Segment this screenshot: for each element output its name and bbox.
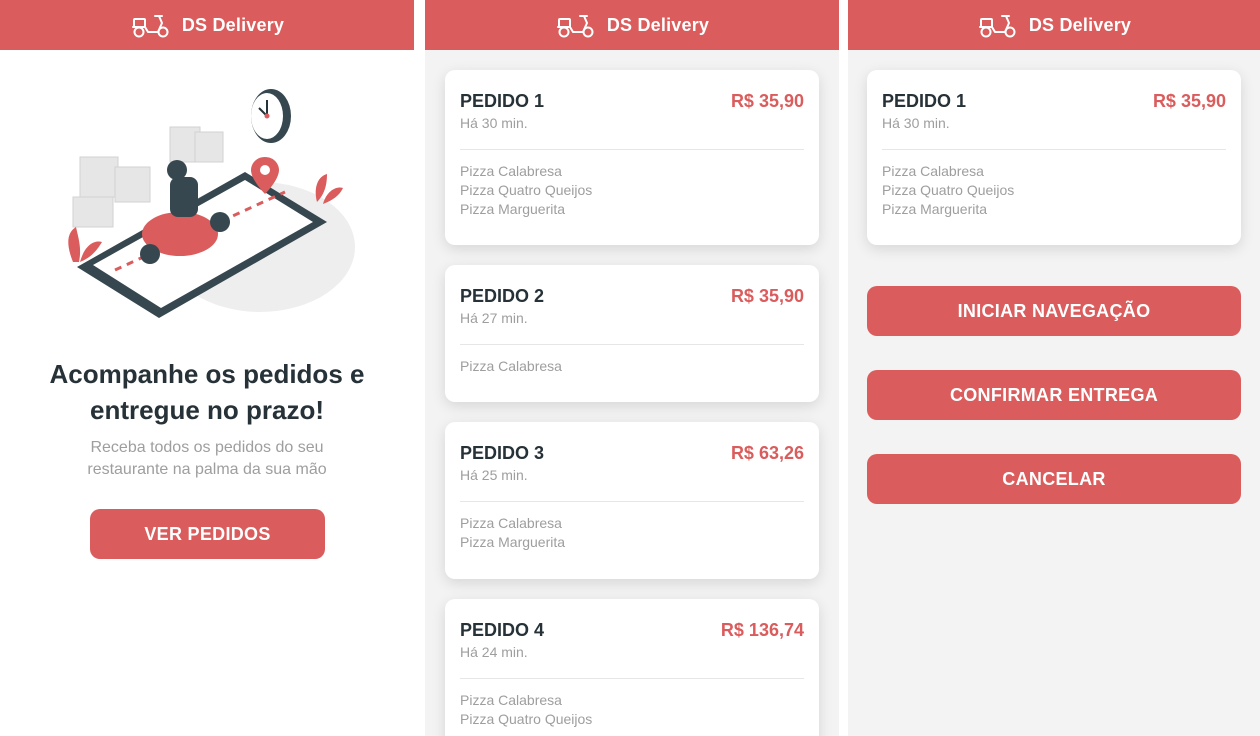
order-item: Pizza Quatro Queijos: [882, 182, 1015, 198]
app-title: DS Delivery: [606, 14, 710, 35]
divider: [460, 149, 804, 150]
confirm-delivery-button[interactable]: CONFIRMAR ENTREGA: [867, 370, 1241, 420]
order-item: Pizza Marguerita: [460, 201, 566, 217]
order-item: Pizza Quatro Queijos: [460, 182, 593, 198]
order-name: PEDIDO 2: [460, 286, 545, 306]
divider: [882, 149, 1226, 150]
divider: [460, 678, 804, 679]
divider: [460, 501, 804, 502]
order-item: Pizza Calabresa: [882, 163, 984, 179]
order-time: Há 24 min.: [460, 644, 528, 660]
order-item: Pizza Calabresa: [460, 163, 562, 179]
order-item: Pizza Calabresa: [460, 358, 562, 374]
scooter-icon: [556, 15, 594, 38]
order-price: R$ 35,90: [1152, 91, 1226, 111]
app-header: DS Delivery: [848, 0, 1260, 50]
order-details-screen: DS Delivery PEDIDO 1 R$ 35,90 Há 30 min.…: [848, 0, 1260, 736]
home-screen: DS Delivery Acompanhe os pedidos e entre…: [0, 0, 414, 736]
order-card[interactable]: PEDIDO 3 R$ 63,26 Há 25 min. Pizza Calab…: [445, 422, 819, 579]
order-name: PEDIDO 4: [460, 620, 545, 640]
start-navigation-button[interactable]: INICIAR NAVEGAÇÃO: [867, 286, 1241, 336]
scooter-icon: [978, 15, 1016, 38]
view-orders-button[interactable]: VER PEDIDOS: [90, 509, 325, 559]
order-item: Pizza Quatro Queijos: [460, 711, 593, 727]
order-time: Há 30 min.: [460, 115, 528, 131]
order-name: PEDIDO 1: [460, 91, 545, 111]
order-item: Pizza Calabresa: [460, 692, 562, 708]
home-heading-line1: Acompanhe os pedidos e: [49, 359, 365, 389]
home-heading: Acompanhe os pedidos e entregue no prazo…: [0, 356, 414, 428]
order-name: PEDIDO 1: [882, 91, 967, 111]
app-title: DS Delivery: [181, 14, 285, 35]
order-price: R$ 35,90: [730, 286, 804, 306]
order-time: Há 27 min.: [460, 310, 528, 326]
order-name: PEDIDO 3: [460, 443, 545, 463]
scooter-icon: [131, 15, 169, 38]
orders-screen: DS Delivery PEDIDO 1 R$ 35,90 Há 30 min.…: [425, 0, 839, 736]
home-subtitle: Receba todos os pedidos do seu restauran…: [87, 439, 327, 478]
order-card[interactable]: PEDIDO 2 R$ 35,90 Há 27 min. Pizza Calab…: [445, 265, 819, 402]
order-card: PEDIDO 1 R$ 35,90 Há 30 min. Pizza Calab…: [867, 70, 1241, 245]
home-heading-line2: entregue no prazo!: [89, 395, 324, 425]
order-price: R$ 35,90: [730, 91, 804, 111]
order-time: Há 30 min.: [882, 115, 950, 131]
order-price: R$ 63,26: [730, 443, 804, 463]
order-item: Pizza Marguerita: [882, 201, 988, 217]
order-card[interactable]: PEDIDO 4 R$ 136,74 Há 24 min. Pizza Cala…: [445, 599, 819, 736]
order-time: Há 25 min.: [460, 467, 528, 483]
order-item: Pizza Calabresa: [460, 515, 562, 531]
app-header: DS Delivery: [425, 0, 839, 50]
order-card[interactable]: PEDIDO 1 R$ 35,90 Há 30 min. Pizza Calab…: [445, 70, 819, 245]
order-item: Pizza Marguerita: [460, 534, 566, 550]
order-price: R$ 136,74: [720, 620, 804, 640]
app-title: DS Delivery: [1028, 14, 1132, 35]
app-header: DS Delivery: [0, 0, 414, 50]
delivery-illustration: [68, 89, 355, 318]
divider: [460, 344, 804, 345]
cancel-button[interactable]: CANCELAR: [867, 454, 1241, 504]
